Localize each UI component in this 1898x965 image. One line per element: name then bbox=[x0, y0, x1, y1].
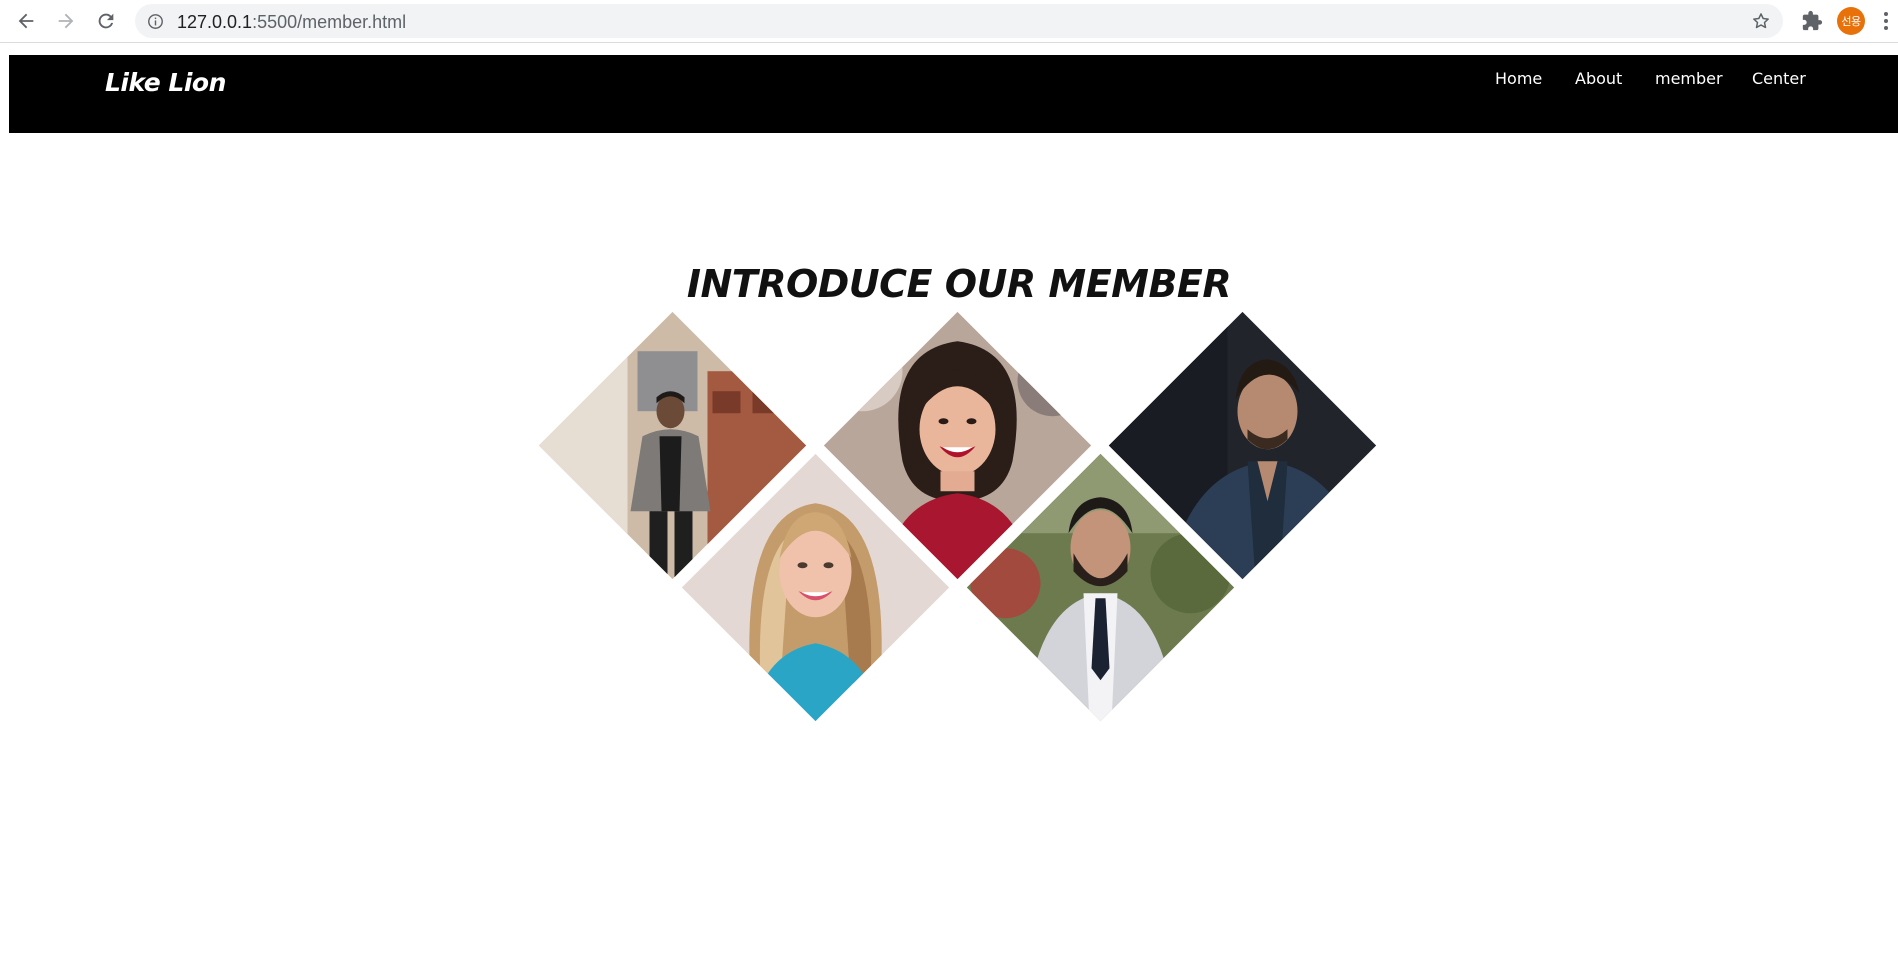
nav-about[interactable]: About bbox=[1575, 69, 1622, 88]
url-path: :5500/member.html bbox=[252, 12, 407, 32]
profile-avatar[interactable]: 선용 bbox=[1837, 7, 1865, 35]
back-arrow-icon bbox=[18, 13, 34, 29]
kebab-menu-icon[interactable] bbox=[1882, 9, 1890, 33]
nav-center[interactable]: Center bbox=[1752, 69, 1806, 88]
url-text[interactable]: 127.0.0.1:5500/member.html bbox=[177, 12, 406, 33]
site-header: Like Lion Home About member Center bbox=[9, 55, 1898, 133]
puzzle-icon[interactable] bbox=[1801, 10, 1823, 32]
address-bar[interactable]: 127.0.0.1:5500/member.html bbox=[135, 4, 1783, 38]
info-icon[interactable] bbox=[147, 13, 164, 30]
forward-button[interactable] bbox=[53, 8, 79, 34]
page-title: INTRODUCE OUR MEMBER bbox=[686, 262, 1232, 306]
browser-toolbar: 127.0.0.1:5500/member.html 선용 bbox=[0, 0, 1898, 43]
back-button[interactable] bbox=[13, 8, 39, 34]
url-host: 127.0.0.1 bbox=[177, 12, 253, 32]
star-icon[interactable] bbox=[1751, 11, 1771, 31]
nav-member[interactable]: member bbox=[1655, 69, 1723, 88]
forward-arrow-icon bbox=[58, 13, 74, 29]
nav-home[interactable]: Home bbox=[1495, 69, 1542, 88]
reload-icon bbox=[98, 13, 114, 29]
reload-button[interactable] bbox=[93, 8, 119, 34]
brand-logo[interactable]: Like Lion bbox=[105, 68, 226, 97]
member-gallery bbox=[0, 0, 1898, 965]
